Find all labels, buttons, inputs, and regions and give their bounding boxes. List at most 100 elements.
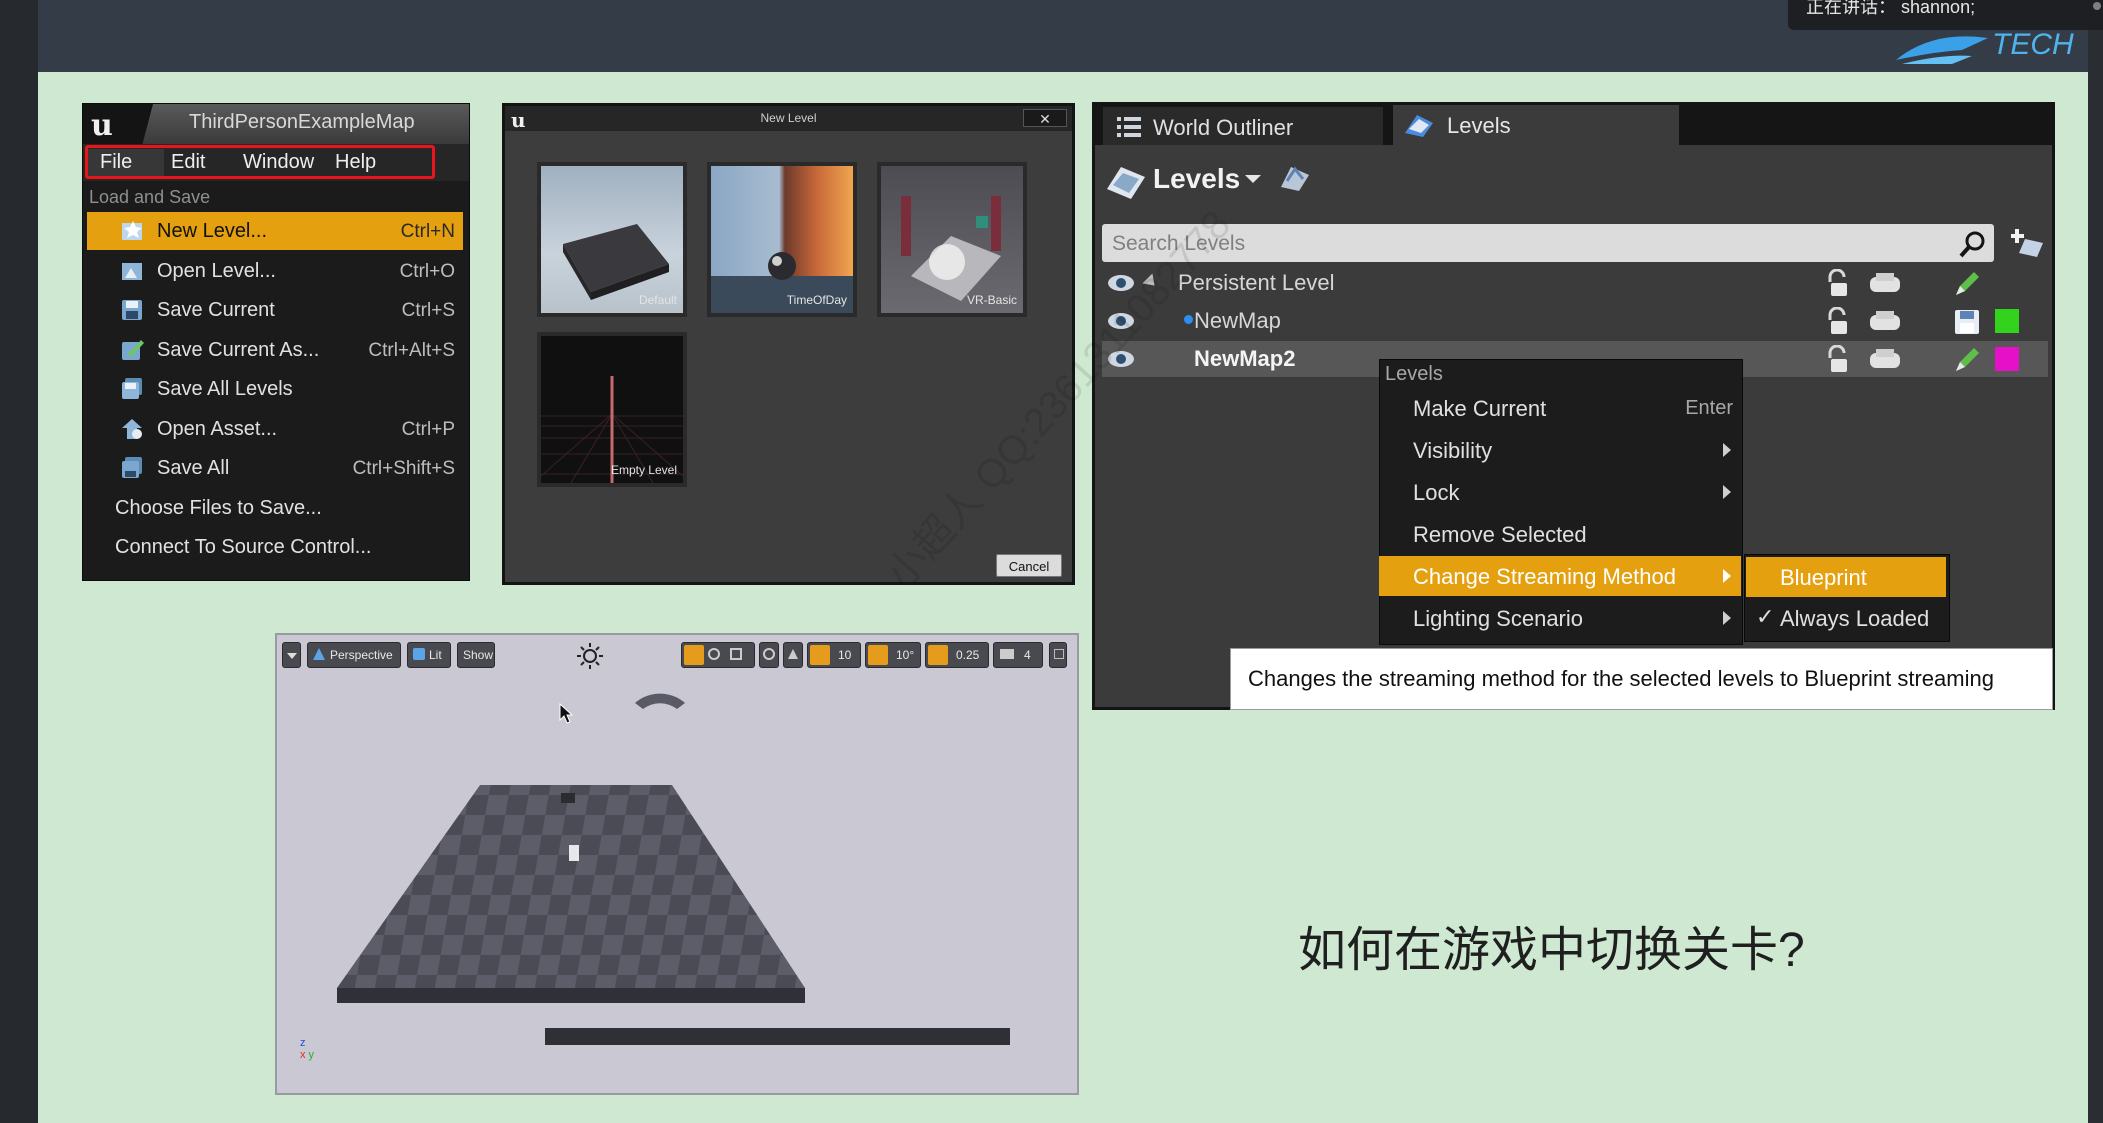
template-label: VR-Basic bbox=[966, 293, 1017, 307]
context-item-remove-selected[interactable]: Remove Selected bbox=[1379, 514, 1741, 554]
menu-item-save-all-levels[interactable]: Save All Levels bbox=[87, 370, 463, 408]
context-item-label: Change Streaming Method bbox=[1413, 564, 1676, 589]
context-item-label: Lighting Scenario bbox=[1413, 606, 1584, 631]
level-edit-pencil-icon[interactable] bbox=[1952, 269, 1982, 299]
context-item-lighting-scenario[interactable]: Lighting Scenario bbox=[1379, 598, 1741, 638]
template-empty-level[interactable]: Empty Level bbox=[537, 332, 687, 487]
menu-item-label: Save All Levels bbox=[157, 378, 293, 400]
menu-item-shortcut: Ctrl+Alt+S bbox=[368, 340, 455, 361]
current-level-dot-icon bbox=[1184, 315, 1193, 324]
tooltip-text: Changes the streaming method for the sel… bbox=[1248, 666, 1994, 691]
world-outliner-icon bbox=[1117, 117, 1141, 137]
file-menu-panel: u ThirdPersonExampleMap File Edit Window… bbox=[82, 103, 470, 581]
menu-item-connect-source-control[interactable]: Connect To Source Control... bbox=[87, 528, 463, 566]
levels-dropdown-arrow-icon[interactable] bbox=[1245, 175, 1261, 183]
save-level-icon[interactable] bbox=[1868, 271, 1902, 295]
menu-item-choose-files-to-save[interactable]: Choose Files to Save... bbox=[87, 489, 463, 527]
slide-question: 如何在游戏中切换关卡? bbox=[1298, 924, 1805, 977]
template-vr-basic[interactable]: VR-Basic bbox=[877, 162, 1027, 317]
brand-text: TECH bbox=[1992, 28, 2074, 61]
open-level-icon bbox=[122, 263, 142, 280]
menu-item-label: Open Asset... bbox=[157, 418, 278, 440]
submenu-arrow-icon bbox=[1723, 569, 1731, 583]
menu-item-label: Save Current bbox=[157, 299, 275, 321]
menu-item-label: Save All bbox=[157, 457, 230, 479]
template-default-preview bbox=[563, 224, 669, 300]
red-highlight-box bbox=[85, 145, 435, 179]
context-item-make-current[interactable]: Make Current Enter bbox=[1379, 388, 1741, 428]
cancel-button[interactable]: Cancel bbox=[996, 554, 1062, 577]
floppy-save-icon[interactable] bbox=[1952, 307, 1982, 337]
section-label: Load and Save bbox=[89, 187, 211, 207]
submenu-arrow-icon bbox=[1723, 443, 1731, 457]
submenu-item-label: Blueprint bbox=[1780, 565, 1867, 590]
save-all-levels-icon bbox=[122, 378, 142, 399]
editor-title-bar: u ThirdPersonExampleMap bbox=[83, 104, 469, 144]
context-item-label: Visibility bbox=[1413, 438, 1493, 463]
menu-item-open-asset[interactable]: Open Asset... Ctrl+P bbox=[87, 410, 463, 448]
template-label: Empty Level bbox=[610, 463, 677, 477]
context-item-change-streaming-method[interactable]: Change Streaming Method bbox=[1379, 556, 1741, 596]
level-details-icon[interactable] bbox=[1277, 161, 1313, 193]
level-row-newmap[interactable]: NewMap bbox=[1102, 303, 2048, 339]
level-row-persistent[interactable]: Persistent Level bbox=[1102, 265, 2048, 301]
template-vr-basic-preview bbox=[901, 196, 1001, 301]
menu-item-shortcut: Ctrl+S bbox=[401, 300, 455, 321]
submenu-item-blueprint[interactable]: Blueprint bbox=[1746, 557, 1946, 597]
dialog-title-bar: u New Level ✕ bbox=[505, 106, 1072, 131]
close-button[interactable]: ✕ bbox=[1023, 109, 1067, 127]
template-time-of-day-preview bbox=[711, 252, 853, 313]
speaking-name: shannon; bbox=[1901, 0, 1976, 17]
tab-levels[interactable]: Levels bbox=[1393, 105, 1679, 145]
context-item-lock[interactable]: Lock bbox=[1379, 472, 1741, 512]
submenu-item-always-loaded[interactable]: ✓ Always Loaded bbox=[1746, 598, 1946, 638]
save-as-icon bbox=[122, 340, 144, 360]
menu-bar: File Edit Window Help bbox=[83, 144, 469, 181]
menu-item-new-level[interactable]: New Level... Ctrl+N bbox=[87, 212, 463, 250]
editor-window-title: ThirdPersonExampleMap bbox=[189, 111, 415, 133]
save-icon bbox=[122, 300, 142, 320]
speaking-dot-icon bbox=[2093, 2, 2101, 10]
lock-icon[interactable] bbox=[1822, 307, 1852, 337]
menu-item-save-current[interactable]: Save Current Ctrl+S bbox=[87, 291, 463, 329]
panel-tab-bar: World Outliner Levels bbox=[1095, 105, 2052, 145]
menu-item-open-level[interactable]: Open Level... Ctrl+O bbox=[87, 252, 463, 290]
menu-item-label: Save Current As... bbox=[157, 339, 320, 361]
context-item-label: Make Current bbox=[1413, 396, 1547, 421]
context-item-shortcut: Enter bbox=[1685, 397, 1733, 419]
save-level-icon[interactable] bbox=[1868, 309, 1902, 333]
context-item-visibility[interactable]: Visibility bbox=[1379, 430, 1741, 470]
new-level-icon bbox=[122, 221, 142, 240]
submenu-arrow-icon bbox=[1723, 485, 1731, 499]
levels-header-title: Levels bbox=[1153, 163, 1241, 194]
tab-world-outliner[interactable]: World Outliner bbox=[1103, 107, 1383, 145]
menu-item-save-current-as[interactable]: Save Current As... Ctrl+Alt+S bbox=[87, 331, 463, 369]
viewport-scene bbox=[337, 693, 1010, 1045]
template-time-of-day[interactable]: TimeOfDay bbox=[707, 162, 857, 317]
axis-indicator-icon: zx y bbox=[300, 1037, 315, 1061]
tab-label: Levels bbox=[1447, 113, 1511, 138]
levels-panel: World Outliner Levels Levels Search Leve… bbox=[1092, 102, 2055, 710]
check-icon: ✓ bbox=[1756, 604, 1775, 629]
add-level-icon[interactable] bbox=[2011, 225, 2047, 259]
context-item-label: Lock bbox=[1413, 480, 1460, 505]
level-viewport[interactable]: Perspective Lit Show 10 10° 0.25 4 z x y bbox=[275, 633, 1079, 1095]
level-edit-pencil-icon[interactable] bbox=[1952, 345, 1982, 375]
lock-icon[interactable] bbox=[1822, 345, 1852, 375]
save-level-icon[interactable] bbox=[1868, 347, 1902, 371]
level-color-swatch[interactable] bbox=[1995, 347, 2019, 371]
unreal-logo-icon: u bbox=[91, 108, 113, 141]
menu-item-label: Choose Files to Save... bbox=[115, 497, 322, 519]
dialog-title: New Level bbox=[760, 111, 817, 125]
right-edge bbox=[2088, 0, 2103, 1123]
template-default[interactable]: Default bbox=[537, 162, 687, 317]
template-label: TimeOfDay bbox=[786, 293, 847, 307]
submenu-arrow-icon bbox=[1723, 611, 1731, 625]
lock-icon[interactable] bbox=[1822, 269, 1852, 299]
level-color-swatch[interactable] bbox=[1995, 309, 2019, 333]
brand-wing-icon bbox=[1896, 36, 1988, 64]
submenu-item-label: Always Loaded bbox=[1780, 606, 1930, 631]
template-label: Default bbox=[638, 293, 677, 307]
menu-item-save-all[interactable]: Save All Ctrl+Shift+S bbox=[87, 449, 463, 487]
menu-item-shortcut: Ctrl+Shift+S bbox=[352, 458, 455, 479]
